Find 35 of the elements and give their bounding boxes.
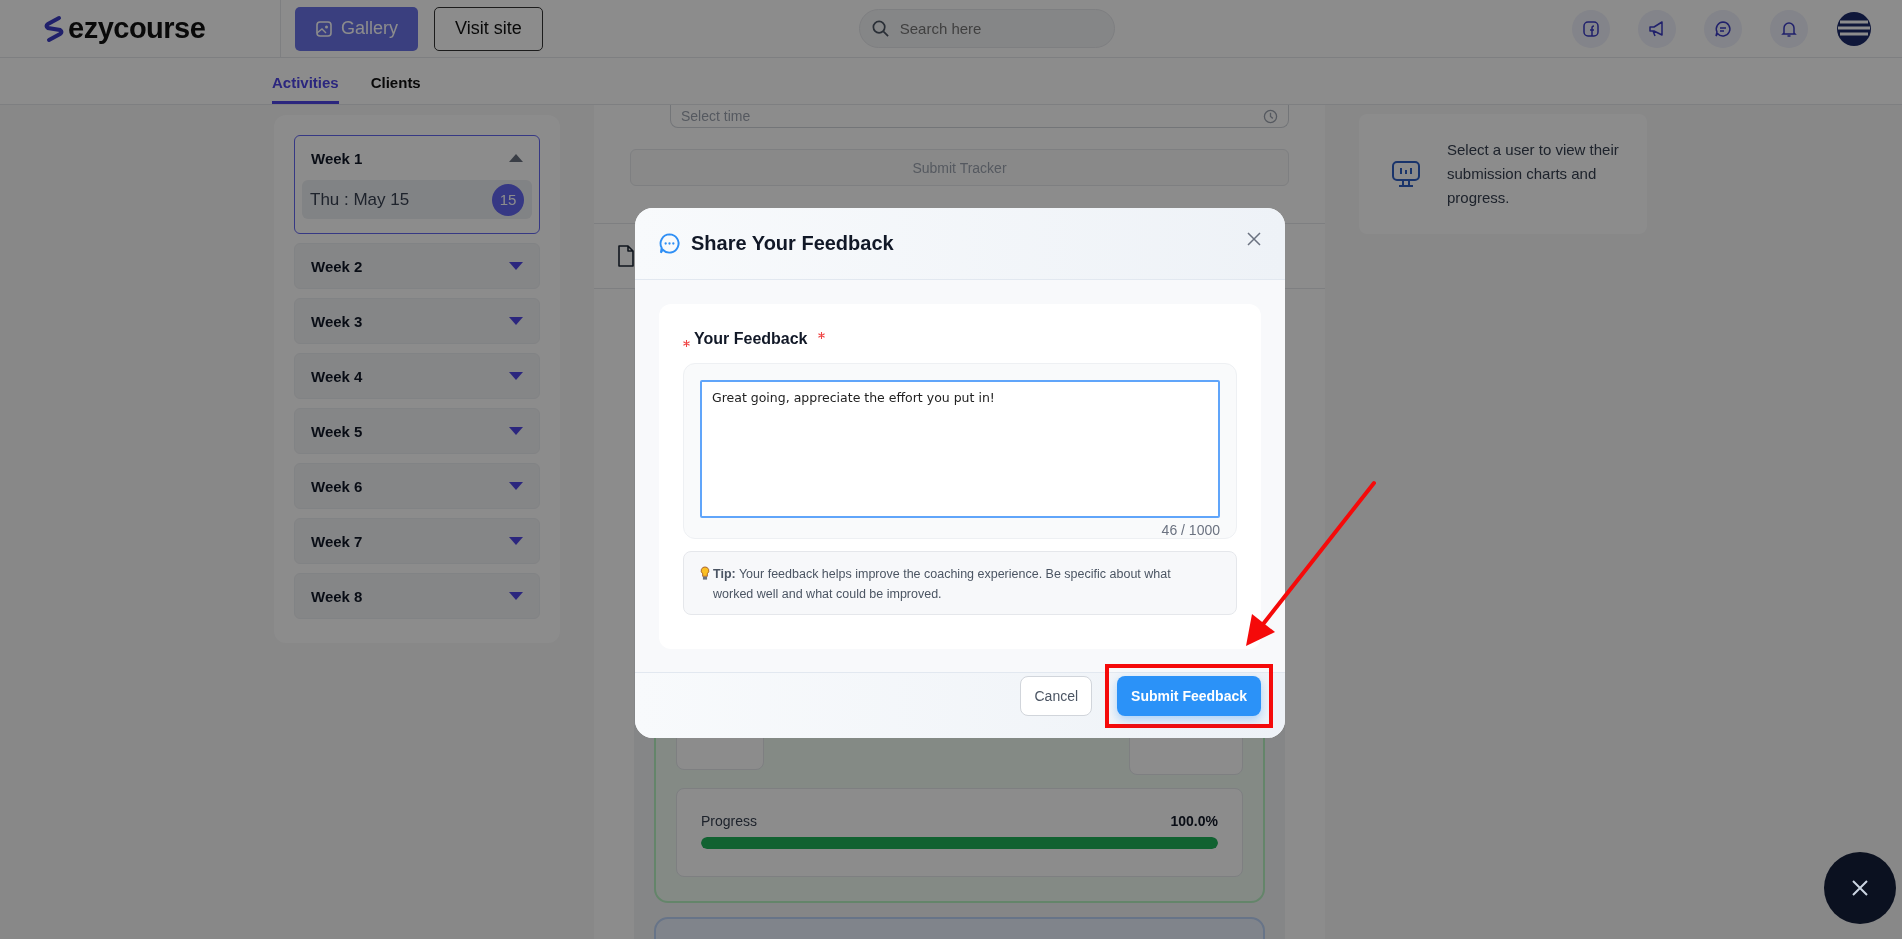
- week-item[interactable]: Week 8: [294, 573, 540, 619]
- header-button[interactable]: Gallery: [295, 6, 418, 51]
- submit-button[interactable]: Submit Feedback: [1117, 675, 1261, 716]
- week-label: Week 5: [311, 422, 363, 440]
- week-item[interactable]: Week 3: [294, 298, 540, 344]
- week-label: Week 2: [311, 257, 363, 275]
- info-text: Select a user to view their submission charts and progress.: [1447, 140, 1620, 208]
- week-item[interactable]: Week 5: [294, 408, 540, 454]
- progress-label: Progress: [701, 813, 758, 829]
- day-label: Thu : May 15: [310, 189, 410, 210]
- tab[interactable]: Activities: [272, 74, 339, 104]
- day-badge: 15: [492, 183, 524, 216]
- character-counter: 46 / 1000: [1161, 522, 1220, 538]
- feedback-input[interactable]: Great going, appreciate the effort you put in!: [700, 380, 1220, 518]
- dialog-title: Share Your Feedback: [691, 232, 894, 255]
- week-item[interactable]: Week 7: [294, 518, 540, 564]
- week-item[interactable]: Week 4: [294, 353, 540, 399]
- day-item[interactable]: Thu : May 15 15: [302, 180, 532, 219]
- week-label: Week 3: [311, 312, 363, 330]
- search-field[interactable]: Search here: [858, 9, 1115, 48]
- progress-value: 100.0%: [1170, 813, 1218, 829]
- week-label: Week 8: [311, 587, 363, 605]
- week-label: Week 7: [311, 532, 363, 550]
- week-label: Week 6: [311, 477, 363, 495]
- tip-text: Tip: Your feedback helps improve the coaching experience. Be specific about what worked well and what could be improved.: [713, 566, 1172, 603]
- week-item[interactable]: Week 1 Thu : May 15 15: [294, 135, 540, 234]
- logo-text[interactable]: ezycourse: [68, 12, 206, 45]
- week-label: Week 4: [311, 367, 363, 385]
- week-item[interactable]: Week 2: [294, 243, 540, 289]
- header-button[interactable]: Visit site: [434, 6, 543, 51]
- tab[interactable]: Clients: [370, 74, 421, 104]
- week-item[interactable]: Week 6: [294, 463, 540, 509]
- field-label: Your Feedback: [694, 330, 808, 348]
- week-label: Week 1: [311, 149, 363, 167]
- cancel-button[interactable]: Cancel: [1020, 675, 1093, 716]
